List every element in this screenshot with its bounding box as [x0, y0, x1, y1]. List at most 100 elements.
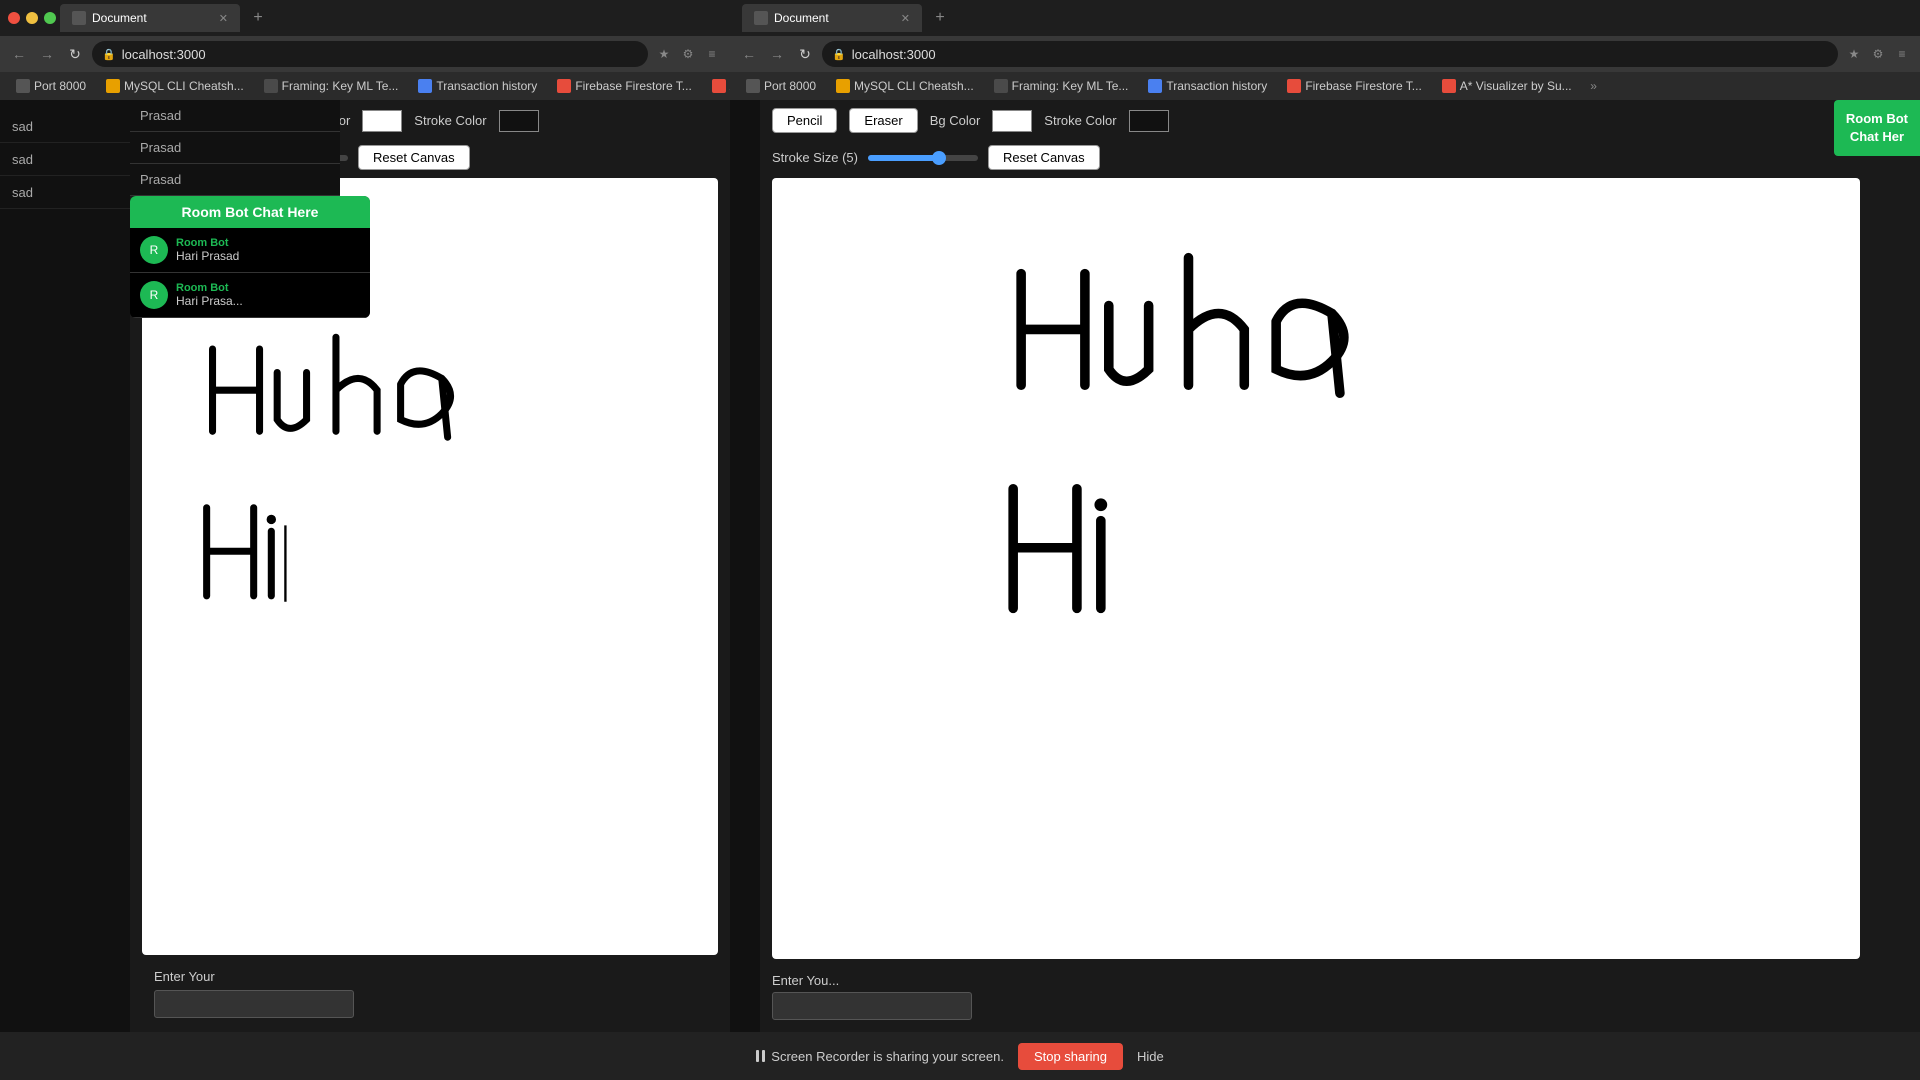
- left-app-container: sad sad sad Pencil Eraser Bg Color Strok…: [0, 100, 730, 1080]
- left-tab-bar: Document ✕ +: [0, 0, 730, 36]
- enter-input-right[interactable]: [772, 992, 972, 1020]
- right-tab-close[interactable]: ✕: [901, 12, 910, 25]
- reset-canvas-button-right[interactable]: Reset Canvas: [988, 145, 1100, 170]
- stroke-size-label-right: Stroke Size (5): [772, 150, 858, 165]
- bm-port-right[interactable]: Port 8000: [738, 77, 824, 95]
- bm-firebase-label-left: Firebase Firestore T...: [575, 79, 691, 93]
- stop-sharing-button[interactable]: Stop sharing: [1018, 1043, 1123, 1070]
- bm-port-left[interactable]: Port 8000: [8, 77, 94, 95]
- sharing-message: Screen Recorder is sharing your screen.: [771, 1049, 1004, 1064]
- chat-text-1: Room Bot Hari Prasad: [176, 237, 239, 263]
- right-browser: Document ✕ + ← → ↻ 🔒 localhost:3000 ★ ⚙ …: [730, 0, 1920, 1080]
- bm-icon-port-left: [16, 79, 30, 93]
- right-stroke-row: Stroke Size (5) Reset Canvas: [760, 141, 1920, 174]
- reset-canvas-button-left[interactable]: Reset Canvas: [358, 145, 470, 170]
- max-btn-left[interactable]: [44, 12, 56, 24]
- right-canvas[interactable]: [772, 178, 1860, 959]
- bm-transaction-left[interactable]: Transaction history: [410, 77, 545, 95]
- right-chat-button[interactable]: Room Bot Chat Her: [1834, 100, 1920, 156]
- bm-icon-astar-right: [1442, 79, 1456, 93]
- stroke-color-swatch-right[interactable]: [1129, 110, 1169, 132]
- bm-framing-left[interactable]: Framing: Key ML Te...: [256, 77, 407, 95]
- hide-button[interactable]: Hide: [1137, 1049, 1164, 1064]
- menu-icon-left[interactable]: ≡: [702, 44, 722, 64]
- chat-row-1[interactable]: R Room Bot Hari Prasad: [130, 228, 370, 273]
- lock-icon-left: 🔒: [102, 48, 116, 61]
- sidebar-label-1-left: sad: [12, 119, 33, 134]
- right-toolbar: Pencil Eraser Bg Color Stroke Color: [760, 100, 1920, 141]
- left-nav-forward[interactable]: →: [36, 46, 58, 62]
- bm-mysql-right[interactable]: MySQL CLI Cheatsh...: [828, 77, 982, 95]
- bm-astar-left[interactable]: A* Visualizer by Su...: [704, 77, 730, 95]
- left-nav-back[interactable]: ←: [8, 46, 30, 62]
- bm-astar-right[interactable]: A* Visualizer by Su...: [1434, 77, 1580, 95]
- right-nav-icons: ★ ⚙ ≡: [1844, 44, 1912, 64]
- left-tab-new[interactable]: +: [244, 4, 272, 32]
- screen-share-text: Screen Recorder is sharing your screen.: [756, 1049, 1004, 1064]
- left-nav-refresh[interactable]: ↻: [64, 46, 86, 63]
- sidebar-item-2-left: sad: [0, 143, 130, 176]
- left-address-text: localhost:3000: [122, 47, 206, 62]
- right-tab-new[interactable]: +: [926, 4, 954, 32]
- right-nav-forward[interactable]: →: [766, 46, 788, 62]
- right-nav-refresh[interactable]: ↻: [794, 46, 816, 63]
- stroke-slider-right[interactable]: [868, 155, 978, 161]
- sidebar-label-3-left: sad: [12, 185, 33, 200]
- star-icon-left[interactable]: ★: [654, 44, 674, 64]
- stroke-slider-fill-right: [868, 155, 940, 161]
- stroke-color-label-right: Stroke Color: [1044, 113, 1116, 128]
- bm-more-right[interactable]: »: [1584, 76, 1604, 96]
- close-btn-left[interactable]: [8, 12, 20, 24]
- eraser-button-right[interactable]: Eraser: [849, 108, 917, 133]
- bm-transaction-right[interactable]: Transaction history: [1140, 77, 1275, 95]
- right-tab-bar: Document ✕ +: [730, 0, 1920, 36]
- tab-favicon-left: [72, 11, 86, 25]
- sidebar-item-3-left: sad: [0, 176, 130, 209]
- bg-color-swatch-left[interactable]: [362, 110, 402, 132]
- left-browser: Document ✕ + ← → ↻ 🔒 localhost:3000 ★ ⚙ …: [0, 0, 730, 1080]
- stroke-color-swatch-left[interactable]: [499, 110, 539, 132]
- min-btn-left[interactable]: [26, 12, 38, 24]
- sidebar-label-2-left: sad: [12, 152, 33, 167]
- left-address-bar[interactable]: 🔒 localhost:3000: [92, 41, 648, 67]
- right-tab-document[interactable]: Document ✕: [742, 4, 922, 32]
- user-item-2: Prasad: [130, 132, 340, 164]
- bm-icon-firebase-right: [1287, 79, 1301, 93]
- bm-port-label-left: Port 8000: [34, 79, 86, 93]
- user-item-3: Prasad: [130, 164, 340, 196]
- left-chat-overlay: Prasad Prasad Prasad Room Bot Chat Here …: [130, 100, 340, 318]
- right-bookmarks-bar: Port 8000 MySQL CLI Cheatsh... Framing: …: [730, 72, 1920, 100]
- left-sidebar: sad sad sad: [0, 100, 130, 1080]
- enter-input-left[interactable]: [154, 990, 354, 1018]
- bm-framing-right[interactable]: Framing: Key ML Te...: [986, 77, 1137, 95]
- chat-header-left[interactable]: Room Bot Chat Here: [130, 196, 370, 228]
- star-icon-right[interactable]: ★: [1844, 44, 1864, 64]
- right-tab-title: Document: [774, 11, 829, 25]
- right-nav-back[interactable]: ←: [738, 46, 760, 62]
- pencil-button-right[interactable]: Pencil: [772, 108, 837, 133]
- bm-icon-astar-left: [712, 79, 726, 93]
- bm-icon-framing-left: [264, 79, 278, 93]
- right-app-container: Pencil Eraser Bg Color Stroke Color Stro…: [730, 100, 1920, 1080]
- enter-your-label-left: Enter Your: [142, 965, 718, 988]
- chat-row-2[interactable]: R Room Bot Hari Prasa...: [130, 273, 370, 318]
- bg-color-label-right: Bg Color: [930, 113, 981, 128]
- right-address-text: localhost:3000: [852, 47, 936, 62]
- bm-firebase-right[interactable]: Firebase Firestore T...: [1279, 77, 1429, 95]
- left-bookmarks-bar: Port 8000 MySQL CLI Cheatsh... Framing: …: [0, 72, 730, 100]
- extensions-icon-right[interactable]: ⚙: [1868, 44, 1888, 64]
- extensions-icon-left[interactable]: ⚙: [678, 44, 698, 64]
- stroke-color-label-left: Stroke Color: [414, 113, 486, 128]
- chat-text-2: Room Bot Hari Prasa...: [176, 282, 243, 308]
- left-user-list: Prasad Prasad Prasad: [130, 100, 340, 196]
- pause-icon: [756, 1050, 765, 1062]
- bm-mysql-label-left: MySQL CLI Cheatsh...: [124, 79, 244, 93]
- bm-mysql-left[interactable]: MySQL CLI Cheatsh...: [98, 77, 252, 95]
- bm-firebase-left[interactable]: Firebase Firestore T...: [549, 77, 699, 95]
- bg-color-swatch-right[interactable]: [992, 110, 1032, 132]
- menu-icon-right[interactable]: ≡: [1892, 44, 1912, 64]
- right-address-bar[interactable]: 🔒 localhost:3000: [822, 41, 1838, 67]
- left-tab-close[interactable]: ✕: [219, 12, 228, 25]
- right-canvas-svg: [772, 178, 1860, 959]
- left-tab-document[interactable]: Document ✕: [60, 4, 240, 32]
